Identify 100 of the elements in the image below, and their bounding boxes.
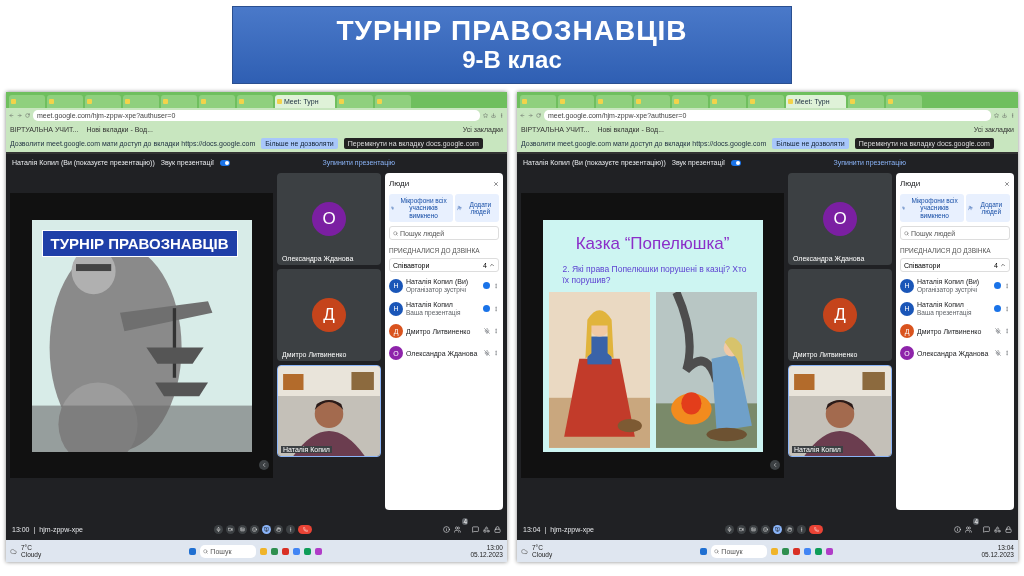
- emoji-button[interactable]: [250, 524, 260, 534]
- chevron-icon: [489, 262, 495, 269]
- people-icon: [965, 525, 973, 533]
- emoji-button[interactable]: [761, 524, 771, 534]
- avatar: Д: [823, 298, 857, 332]
- banner-title: ТУРНІР ПРАВОЗНАВЦІВ: [336, 16, 688, 48]
- avatar: О: [312, 202, 346, 236]
- avatar: О: [823, 202, 857, 236]
- end-call-button[interactable]: [298, 524, 313, 534]
- more-icon: [1004, 328, 1010, 335]
- audio-toggle[interactable]: [730, 159, 741, 166]
- info-button[interactable]: [954, 525, 962, 533]
- muted-mic-icon: [484, 328, 490, 335]
- cloud-icon: [10, 547, 17, 555]
- search-icon: [393, 230, 398, 236]
- captions-button[interactable]: [238, 524, 248, 534]
- star-icon: [483, 113, 488, 118]
- activities-button[interactable]: [994, 525, 1001, 533]
- add-person-icon: [457, 205, 462, 212]
- chevron-left-icon: [772, 462, 778, 468]
- mic-button[interactable]: [214, 524, 224, 534]
- lock-button[interactable]: [1005, 525, 1012, 533]
- chat-button[interactable]: [472, 525, 479, 533]
- more-icon: [288, 526, 294, 532]
- more-icon: [493, 350, 499, 357]
- camera-button[interactable]: [226, 524, 236, 534]
- download-icon: [491, 113, 496, 118]
- people-button[interactable]: [965, 525, 973, 533]
- info-button[interactable]: [443, 525, 451, 533]
- chat-icon: [472, 525, 479, 533]
- star-icon: [994, 113, 999, 118]
- captions-button[interactable]: [749, 524, 759, 534]
- banner-subtitle: 9-В клас: [462, 47, 562, 74]
- end-call-button[interactable]: [809, 524, 824, 534]
- back-icon: [9, 113, 14, 118]
- chat-button[interactable]: [983, 525, 990, 533]
- hand-icon: [787, 526, 793, 532]
- raise-hand-button[interactable]: [274, 524, 284, 534]
- back-icon: [520, 113, 525, 118]
- muted-mic-icon: [391, 205, 395, 212]
- smile-icon: [763, 526, 769, 532]
- slide-question: 2. Які права Попелюшки порушені в казці? Хто їх порушив?: [561, 262, 748, 287]
- shapes-icon: [483, 525, 490, 533]
- close-icon: [493, 180, 499, 187]
- collapse-button[interactable]: [770, 460, 780, 470]
- captions-icon: [240, 526, 246, 532]
- mic-icon: [727, 526, 733, 532]
- hand-icon: [276, 526, 282, 532]
- start-icon[interactable]: [700, 547, 708, 555]
- slide-title: ТУРНІР ПРАВОЗНАВЦІВ: [41, 229, 238, 257]
- shapes-icon: [994, 525, 1001, 533]
- forward-icon: [528, 113, 533, 118]
- lock-icon: [1005, 525, 1012, 533]
- raise-hand-button[interactable]: [785, 524, 795, 534]
- forward-icon: [17, 113, 22, 118]
- phone-icon: [302, 526, 308, 532]
- muted-mic-icon: [484, 350, 490, 357]
- close-icon: [1004, 180, 1010, 187]
- chat-icon: [983, 525, 990, 533]
- mic-button[interactable]: [725, 524, 735, 534]
- more-icon: [1004, 305, 1010, 312]
- muted-mic-icon: [902, 205, 906, 212]
- smile-icon: [252, 526, 258, 532]
- more-button[interactable]: [797, 524, 807, 534]
- panel-title: Люди: [900, 179, 921, 188]
- camera-icon: [739, 526, 745, 532]
- menu-icon: [1010, 113, 1015, 118]
- present-button[interactable]: [773, 524, 783, 534]
- activities-button[interactable]: [483, 525, 490, 533]
- people-icon: [454, 525, 462, 533]
- panel-title: Люди: [389, 179, 410, 188]
- more-icon: [493, 328, 499, 335]
- camera-button[interactable]: [737, 524, 747, 534]
- people-button[interactable]: [454, 525, 462, 533]
- more-button[interactable]: [286, 524, 296, 534]
- phone-icon: [813, 526, 819, 532]
- collapse-button[interactable]: [259, 460, 269, 470]
- captions-icon: [751, 526, 757, 532]
- info-icon: [443, 525, 451, 533]
- more-icon: [493, 282, 499, 289]
- reload-icon: [25, 113, 30, 118]
- chevron-left-icon: [261, 462, 267, 468]
- search-icon: [203, 548, 209, 554]
- search-icon: [714, 548, 720, 554]
- audio-toggle[interactable]: [219, 159, 230, 166]
- cloud-icon: [521, 547, 528, 555]
- lock-button[interactable]: [494, 525, 501, 533]
- screen-share-icon: [264, 526, 270, 532]
- muted-mic-icon: [995, 350, 1001, 357]
- reload-icon: [536, 113, 541, 118]
- screen-share-icon: [775, 526, 781, 532]
- avatar: Д: [312, 298, 346, 332]
- muted-mic-icon: [995, 328, 1001, 335]
- download-icon: [1002, 113, 1007, 118]
- present-button[interactable]: [262, 524, 272, 534]
- start-icon[interactable]: [189, 547, 197, 555]
- add-person-icon: [968, 205, 973, 212]
- more-icon: [1004, 350, 1010, 357]
- slide-title: Казка “Попелюшка”: [575, 233, 730, 254]
- menu-icon: [499, 113, 504, 118]
